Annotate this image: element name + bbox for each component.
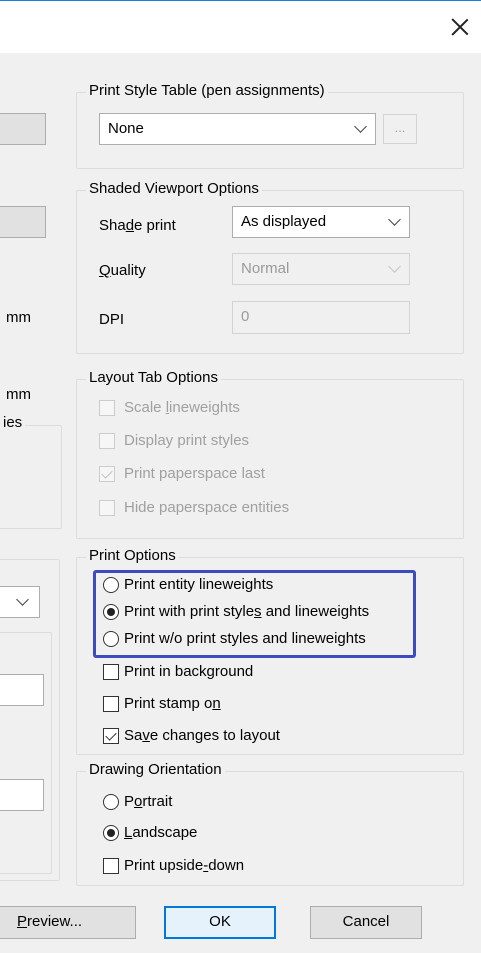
shaded-viewport-title: Shaded Viewport Options bbox=[86, 180, 262, 198]
upside-down-label: Print upside-down bbox=[124, 857, 245, 874]
preview-button[interactable]: Preview... bbox=[0, 906, 136, 939]
ok-button[interactable]: OK bbox=[164, 906, 276, 939]
print-stamp-on-checkbox[interactable] bbox=[103, 696, 119, 712]
print-paperspace-last-label: Print paperspace last bbox=[124, 465, 265, 482]
print-in-background-checkbox[interactable] bbox=[103, 664, 119, 680]
landscape-label: Landscape bbox=[124, 824, 198, 841]
print-in-background-label: Print in background bbox=[124, 663, 254, 680]
chevron-down-icon bbox=[388, 260, 401, 273]
print-stamp-on-label: Print stamp on bbox=[124, 695, 221, 712]
quality-label: Quality bbox=[99, 262, 146, 279]
close-icon[interactable] bbox=[451, 18, 469, 36]
scale-lineweights-checkbox[interactable] bbox=[99, 400, 115, 416]
chevron-down-icon bbox=[354, 120, 367, 133]
print-entity-lineweights-label: Print entity lineweights bbox=[124, 576, 274, 593]
shade-print-value: As displayed bbox=[241, 213, 327, 230]
left-partial-button-2[interactable] bbox=[0, 206, 46, 238]
quality-value: Normal bbox=[241, 260, 290, 277]
left-partial-subgroup bbox=[0, 632, 52, 874]
unit-label-mm-1: mm bbox=[6, 309, 31, 326]
print-style-selected: None bbox=[108, 120, 144, 137]
checkmark-icon bbox=[101, 467, 113, 479]
left-partial-field-2[interactable] bbox=[0, 779, 44, 811]
print-options-title: Print Options bbox=[86, 547, 179, 565]
left-partial-group-title: ies bbox=[0, 414, 26, 432]
chevron-down-icon bbox=[388, 213, 401, 226]
shade-print-dropdown[interactable]: As displayed bbox=[232, 206, 410, 238]
shade-print-label: Shade print bbox=[99, 217, 176, 234]
hide-paperspace-entities-label: Hide paperspace entities bbox=[124, 499, 290, 516]
left-partial-group bbox=[0, 425, 62, 529]
save-changes-label: Save changes to layout bbox=[124, 727, 280, 744]
display-print-styles-checkbox[interactable] bbox=[99, 433, 115, 449]
title-bar bbox=[0, 1, 481, 53]
print-without-styles-radio[interactable] bbox=[103, 631, 119, 647]
display-print-styles-label: Display print styles bbox=[124, 432, 250, 449]
unit-label-mm-2: mm bbox=[6, 386, 31, 403]
cancel-button[interactable]: Cancel bbox=[310, 906, 422, 939]
layout-tab-title: Layout Tab Options bbox=[86, 369, 221, 387]
landscape-radio[interactable] bbox=[103, 825, 119, 841]
print-style-dropdown[interactable]: None bbox=[99, 113, 376, 145]
drawing-orientation-title: Drawing Orientation bbox=[86, 761, 225, 779]
dpi-field[interactable]: 0 bbox=[232, 301, 410, 334]
upside-down-checkbox[interactable] bbox=[103, 858, 119, 874]
hide-paperspace-entities-checkbox[interactable] bbox=[99, 500, 115, 516]
print-paperspace-last-checkbox[interactable] bbox=[99, 466, 115, 482]
left-partial-field-1[interactable] bbox=[0, 674, 44, 706]
left-partial-button-1[interactable] bbox=[0, 113, 46, 145]
scale-lineweights-label: Scale lineweights bbox=[124, 399, 240, 416]
checkmark-icon bbox=[105, 729, 117, 741]
dpi-label: DPI bbox=[99, 311, 125, 328]
print-style-table-title: Print Style Table (pen assignments) bbox=[86, 82, 328, 100]
print-without-styles-label: Print w/o print styles and lineweights bbox=[124, 630, 366, 647]
print-with-styles-label: Print with print styles and lineweights bbox=[124, 603, 370, 620]
portrait-radio[interactable] bbox=[103, 794, 119, 810]
print-entity-lineweights-radio[interactable] bbox=[103, 577, 119, 593]
radio-dot-icon bbox=[107, 608, 115, 616]
save-changes-checkbox[interactable] bbox=[103, 728, 119, 744]
portrait-label: Portrait bbox=[124, 793, 173, 810]
radio-dot-icon bbox=[107, 829, 115, 837]
quality-dropdown[interactable]: Normal bbox=[232, 253, 410, 285]
edit-style-button[interactable]: ... bbox=[383, 114, 417, 144]
left-partial-dropdown[interactable] bbox=[0, 586, 40, 618]
print-with-styles-radio[interactable] bbox=[103, 604, 119, 620]
